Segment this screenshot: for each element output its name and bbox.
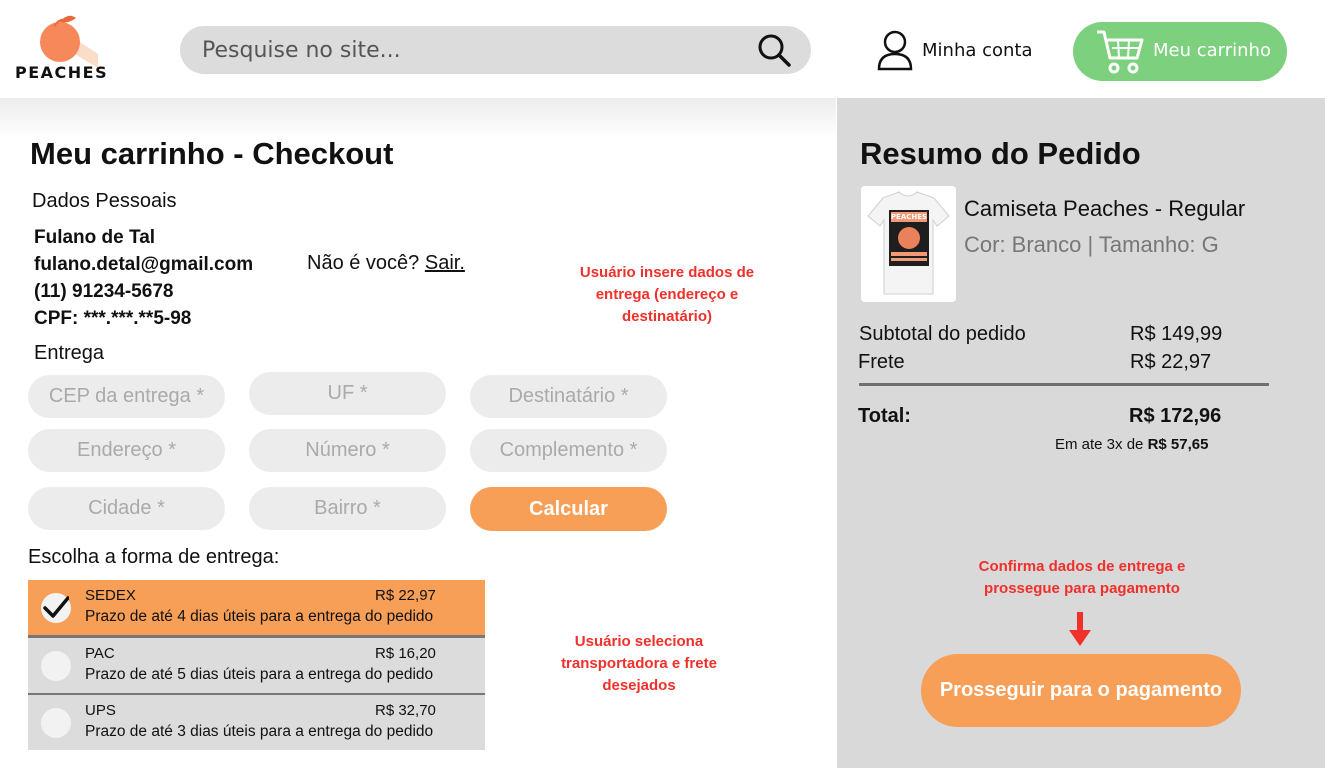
city-field[interactable] [28, 487, 225, 530]
installments-prefix: Em ate 3x de [1055, 436, 1144, 453]
site-header: PEACHES Minha conta Meu carrinho [0, 0, 1325, 98]
not-you-prompt: Não é você? Sair. [307, 252, 465, 275]
customer-cpf: CPF: ***.***.**5-98 [34, 308, 192, 329]
shipping-cost-value: R$ 22,97 [1130, 351, 1212, 373]
summary-title: Resumo do Pedido [860, 136, 1141, 171]
annotation-line: desejados [602, 677, 676, 694]
shopping-cart-icon [1097, 30, 1144, 74]
number-field[interactable] [249, 429, 446, 472]
customer-name: Fulano de Tal [34, 227, 156, 248]
product-attributes: Cor: Branco | Tamanho: G [964, 232, 1219, 257]
checkmark-icon [43, 596, 69, 618]
shipping-radio[interactable] [41, 651, 71, 681]
arrow-down-icon [1069, 612, 1091, 646]
shipping-description: Prazo de até 5 dias úteis para a entrega… [85, 666, 434, 683]
shipping-name: SEDEX [85, 587, 136, 604]
customer-email: fulano.detal@gmail.com [34, 254, 254, 275]
address-field[interactable] [28, 429, 225, 472]
order-summary-panel: Resumo do Pedido PEACHES Camiseta Peache… [837, 98, 1325, 768]
shipping-name: UPS [85, 702, 116, 719]
search-input[interactable] [202, 34, 742, 66]
peach-logo-icon [40, 15, 98, 68]
header-shadow [0, 98, 836, 138]
subtotal-label: Subtotal do pedido [859, 323, 1026, 345]
proceed-to-payment-button[interactable]: Prosseguir para o pagamento [921, 654, 1241, 727]
annotation-line: transportadora e frete [561, 655, 717, 672]
installments-info: Em ate 3x de R$ 57,65 [1055, 436, 1208, 453]
cart-button-label: Meu carrinho [1153, 40, 1271, 61]
annotation-line: Confirma dados de entrega e [978, 558, 1186, 575]
shipping-annotation: Usuário seleciona transportadora e frete… [532, 631, 746, 697]
cart-button[interactable]: Meu carrinho [1073, 22, 1287, 81]
account-label: Minha conta [922, 39, 1033, 61]
shipping-cost-label: Frete [858, 351, 905, 373]
annotation-line: Usuário insere dados de [579, 264, 755, 281]
shipping-name: PAC [85, 645, 115, 662]
installments-value: R$ 57,65 [1147, 436, 1209, 453]
shipping-description: Prazo de até 3 dias úteis para a entrega… [85, 723, 434, 740]
product-name: Camiseta Peaches - Regular [964, 196, 1246, 221]
customer-phone: (11) 91234-5678 [34, 281, 174, 302]
total-label: Total: [858, 405, 911, 427]
tshirt-print-text: PEACHES [891, 213, 927, 221]
annotation-line: entrega (endereço e [595, 286, 739, 303]
product-thumbnail[interactable]: PEACHES [861, 186, 956, 302]
cep-field[interactable] [28, 375, 225, 418]
complement-field[interactable] [470, 429, 667, 472]
delivery-heading: Entrega [34, 342, 105, 364]
annotation-line: Usuário seleciona [574, 633, 704, 650]
summary-divider [859, 383, 1269, 386]
account-link[interactable]: Minha conta [876, 28, 1033, 72]
shipping-radio[interactable] [41, 708, 71, 738]
peaches-logo[interactable]: PEACHES [12, 6, 122, 94]
calculate-button[interactable]: Calcular [470, 487, 667, 531]
total-value: R$ 172,96 [1129, 405, 1222, 427]
subtotal-value: R$ 149,99 [1130, 323, 1223, 345]
shipping-option-sedex[interactable]: SEDEX R$ 22,97 Prazo de até 4 dias úteis… [28, 580, 485, 635]
user-icon [877, 30, 913, 71]
district-field[interactable] [249, 487, 446, 530]
shipping-radio[interactable] [41, 593, 71, 623]
logout-link[interactable]: Sair. [425, 252, 465, 274]
delivery-annotation: Usuário insere dados de entrega (endereç… [560, 262, 774, 328]
proceed-annotation: Confirma dados de entrega e prossegue pa… [955, 556, 1209, 600]
search-bar [180, 26, 811, 74]
annotation-line: destinatário) [621, 308, 712, 325]
not-you-text: Não é você? [307, 252, 420, 274]
personal-data-heading: Dados Pessoais [32, 190, 177, 212]
page-title: Meu carrinho - Checkout [30, 136, 394, 171]
shipping-option-ups[interactable]: UPS R$ 32,70 Prazo de até 3 dias úteis p… [28, 695, 485, 750]
shipping-description: Prazo de até 4 dias úteis para a entrega… [85, 608, 434, 625]
shipping-price: R$ 16,20 [375, 645, 436, 662]
recipient-field[interactable] [470, 375, 667, 418]
shipping-price: R$ 32,70 [375, 702, 436, 719]
logo-text: PEACHES [15, 63, 109, 82]
uf-field[interactable] [249, 372, 446, 415]
shipping-price: R$ 22,97 [375, 587, 436, 604]
search-icon[interactable] [756, 32, 792, 68]
tshirt-image: PEACHES [861, 186, 956, 302]
shipping-option-pac[interactable]: PAC R$ 16,20 Prazo de até 5 dias úteis p… [28, 638, 485, 693]
personal-info: Fulano de Tal fulano.detal@gmail.com (11… [34, 224, 253, 332]
annotation-line: prossegue para pagamento [984, 580, 1180, 597]
shipping-prompt: Escolha a forma de entrega: [28, 546, 280, 568]
